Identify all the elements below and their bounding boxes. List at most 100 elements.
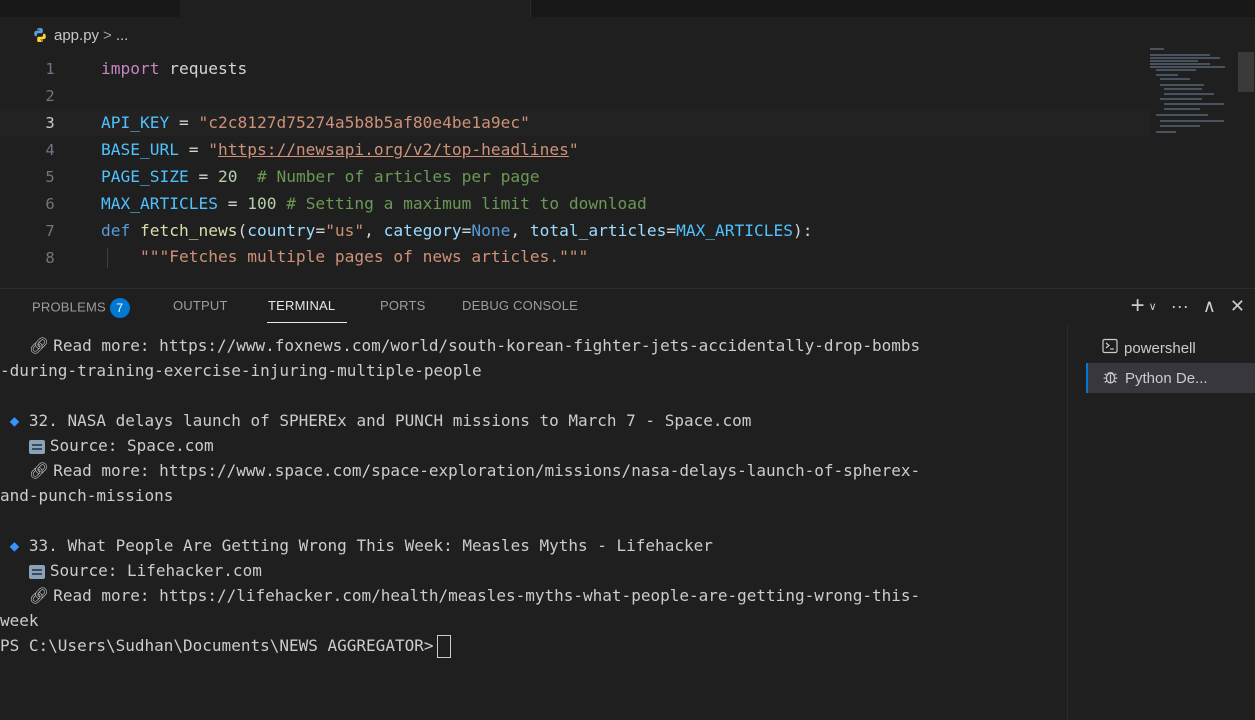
terminal-icon bbox=[1102, 338, 1118, 358]
code-comment: # Number of articles per page bbox=[237, 167, 540, 186]
code-token: PAGE_SIZE bbox=[101, 167, 189, 186]
tab-terminal[interactable]: TERMINAL bbox=[268, 298, 335, 313]
breadcrumb-separator: > bbox=[103, 26, 112, 44]
breadcrumb: app.py > ... bbox=[32, 24, 128, 46]
line-number: 5 bbox=[45, 167, 55, 186]
code-token: API_KEY bbox=[101, 113, 170, 132]
tab-problems[interactable]: PROBLEMS 7 bbox=[32, 298, 130, 318]
code-token: "us" bbox=[325, 221, 365, 240]
line-number: 8 bbox=[45, 248, 55, 267]
terminal-line: Source: Space.com bbox=[0, 433, 214, 458]
panel-tabs: PROBLEMS 7 OUTPUT TERMINAL PORTS DEBUG CO… bbox=[0, 289, 1000, 325]
bug-icon bbox=[1102, 368, 1119, 389]
terminal-line: Source: Lifehacker.com bbox=[0, 558, 262, 583]
code-token: , bbox=[510, 221, 530, 240]
line-number: 3 bbox=[45, 113, 55, 132]
terminal-instance-powershell[interactable]: powershell bbox=[1086, 333, 1255, 363]
code-line-2: 2 bbox=[0, 82, 1150, 109]
code-token: ): bbox=[793, 221, 813, 240]
terminal-line: ◆ 33. What People Are Getting Wrong This… bbox=[9, 536, 713, 555]
new-terminal-button[interactable]: + bbox=[1131, 292, 1145, 320]
editor-scrollbar[interactable] bbox=[1236, 48, 1255, 288]
terminal-line: week bbox=[0, 611, 39, 630]
code-token: import bbox=[101, 59, 160, 78]
code-token: MAX_ARTICLES bbox=[101, 194, 218, 213]
code-editor[interactable]: 1 import requests 2 3 API_KEY = "c2c8127… bbox=[0, 55, 1235, 285]
panel-divider bbox=[1067, 325, 1068, 720]
bullet-icon: ◆ bbox=[9, 536, 20, 555]
tab-output[interactable]: OUTPUT bbox=[173, 298, 228, 313]
line-number: 4 bbox=[45, 140, 55, 159]
terminal-line: 🔗︎ Read more: https://lifehacker.com/heal… bbox=[0, 583, 920, 608]
line-number: 6 bbox=[45, 194, 55, 213]
code-token: = bbox=[188, 167, 218, 186]
link-icon: 🔗︎ bbox=[28, 336, 50, 355]
editor-tab-strip bbox=[0, 0, 1255, 17]
breadcrumb-symbols[interactable]: ... bbox=[116, 27, 129, 44]
code-token: fetch_news bbox=[130, 221, 238, 240]
terminal-line: and-punch-missions bbox=[0, 486, 174, 505]
line-number: 2 bbox=[45, 86, 55, 105]
maximize-panel-button[interactable]: ∧ bbox=[1203, 296, 1216, 317]
terminal-cursor bbox=[437, 635, 452, 658]
code-token: def bbox=[101, 221, 131, 240]
code-token: " bbox=[568, 140, 579, 159]
code-token: ( bbox=[237, 221, 248, 240]
terminal-output[interactable]: 🔗︎ Read more: https://www.foxnews.com/wor… bbox=[0, 333, 1068, 713]
link-icon: 🔗︎ bbox=[28, 586, 50, 605]
python-file-icon bbox=[34, 28, 46, 42]
problems-count-badge: 7 bbox=[109, 298, 130, 318]
code-token: = bbox=[666, 221, 677, 240]
code-line-8: 8 """Fetches multiple pages of news arti… bbox=[0, 244, 1150, 271]
terminal-prompt[interactable]: PS C:\Users\Sudhan\Documents\NEWS AGGREG… bbox=[0, 633, 452, 658]
code-token: country bbox=[247, 221, 316, 240]
active-tab-indicator bbox=[267, 322, 347, 323]
code-line-4: 4 BASE_URL = "https://newsapi.org/v2/top… bbox=[0, 136, 1150, 163]
tab-debug-console[interactable]: DEBUG CONSOLE bbox=[462, 298, 578, 313]
code-comment: # Setting a maximum limit to download bbox=[276, 194, 647, 213]
terminal-line: -during-training-exercise-injuring-multi… bbox=[0, 361, 482, 380]
more-actions-button[interactable]: ··· bbox=[1171, 296, 1189, 317]
prompt-text: PS C:\Users\Sudhan\Documents\NEWS AGGREG… bbox=[0, 636, 434, 655]
terminal-instance-label: powershell bbox=[1124, 339, 1196, 357]
terminal-instance-list: powershell Python De... bbox=[1086, 333, 1255, 393]
code-token: 20 bbox=[217, 167, 238, 186]
code-token: total_articles bbox=[529, 221, 667, 240]
code-token: "c2c8127d75274a5b8b5af80e4be1a9ec" bbox=[198, 113, 530, 132]
code-token: BASE_URL bbox=[101, 140, 179, 159]
close-panel-button[interactable]: ✕ bbox=[1230, 296, 1245, 317]
code-token: None bbox=[471, 221, 511, 240]
tab-problems-label: PROBLEMS bbox=[32, 299, 106, 315]
bullet-icon: ◆ bbox=[9, 411, 20, 430]
code-token: " bbox=[208, 140, 218, 159]
code-token: = bbox=[169, 113, 199, 132]
code-line-3: 3 API_KEY = "c2c8127d75274a5b8b5af80e4be… bbox=[0, 109, 1150, 136]
code-token: = bbox=[315, 221, 326, 240]
code-docstring: """Fetches multiple pages of news articl… bbox=[140, 247, 589, 267]
minimap[interactable] bbox=[1150, 48, 1235, 138]
terminal-line: 🔗︎ Read more: https://www.space.com/space… bbox=[0, 458, 920, 483]
breadcrumb-file[interactable]: app.py bbox=[54, 27, 99, 44]
bottom-panel: PROBLEMS 7 OUTPUT TERMINAL PORTS DEBUG CO… bbox=[0, 288, 1255, 720]
code-token: category bbox=[383, 221, 462, 240]
newspaper-icon bbox=[28, 564, 45, 579]
chevron-down-icon[interactable]: ∨ bbox=[1149, 300, 1157, 313]
link-icon: 🔗︎ bbox=[28, 461, 50, 480]
scrollbar-thumb[interactable] bbox=[1238, 52, 1254, 92]
terminal-instance-python-debug[interactable]: Python De... bbox=[1086, 363, 1255, 393]
code-line-7: 7 def fetch_news(country="us", category=… bbox=[0, 217, 1150, 244]
code-line-6: 6 MAX_ARTICLES = 100 # Setting a maximum… bbox=[0, 190, 1150, 217]
code-line-1: 1 import requests bbox=[0, 55, 1150, 82]
code-token: 100 bbox=[247, 194, 277, 213]
terminal-line: 🔗︎ Read more: https://www.foxnews.com/wor… bbox=[0, 333, 920, 358]
line-number: 7 bbox=[45, 221, 55, 240]
code-token: = bbox=[217, 194, 248, 213]
code-token: requests bbox=[159, 59, 248, 78]
line-number: 1 bbox=[45, 59, 55, 78]
code-token: MAX_ARTICLES bbox=[676, 221, 794, 240]
tab-ports[interactable]: PORTS bbox=[380, 298, 426, 313]
code-url-link[interactable]: https://newsapi.org/v2/top-headlines bbox=[218, 140, 569, 159]
panel-actions: + ∨ ··· ∧ ✕ bbox=[1131, 292, 1245, 320]
newspaper-icon bbox=[28, 439, 45, 454]
editor-tab-active[interactable] bbox=[180, 0, 531, 17]
